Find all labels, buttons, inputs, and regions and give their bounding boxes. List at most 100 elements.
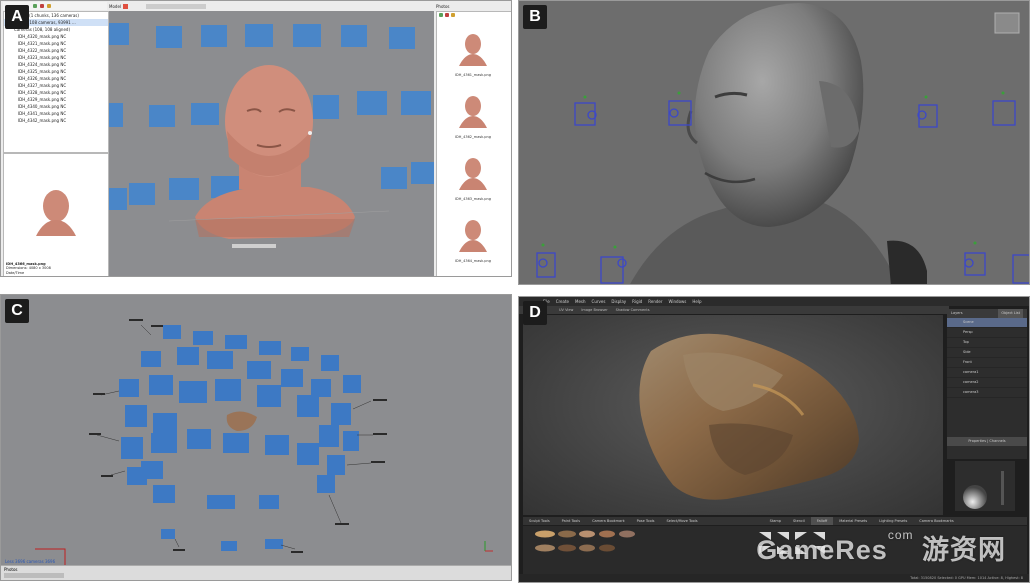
camera-item[interactable]: IDH_4329_mask.png NC xyxy=(4,96,108,103)
menu-item[interactable]: Mesh xyxy=(575,299,586,304)
camera-item[interactable]: IDH_4326_mask.png NC xyxy=(4,75,108,82)
watermark: GameRescom 游资网 xyxy=(756,528,1006,567)
camera-item[interactable]: IDH_4320_mask.png NC xyxy=(4,33,108,40)
menu-item[interactable]: Rigid xyxy=(632,299,642,304)
camera-item[interactable]: IDH_4327_mask.png NC xyxy=(4,82,108,89)
scanned-object xyxy=(226,411,257,431)
menu-item[interactable]: Help xyxy=(692,299,701,304)
photo-filename: IDH_4361_mask.png xyxy=(455,73,491,77)
status-bar: Total: 3150820 Selected: 0 GPU Mem: 1014… xyxy=(519,574,1029,582)
axis-gizmo-icon xyxy=(484,541,493,552)
camera-item[interactable]: IDH_4323_mask.png NC xyxy=(4,54,108,61)
head-bust-model xyxy=(195,65,355,239)
photos-pane: IDH_4361_mask.png IDH_4362_mask.png IDH_43… xyxy=(436,11,511,276)
camera-item[interactable]: IDH_4321_mask.png NC xyxy=(4,40,108,47)
photo-filename: IDH_4362_mask.png xyxy=(455,135,491,139)
add-icon[interactable] xyxy=(33,4,37,8)
model-viewport[interactable] xyxy=(109,11,434,276)
close-icon[interactable] xyxy=(123,3,129,9)
panel-label-d: D xyxy=(523,301,547,325)
photo-thumbnail[interactable]: IDH_4363_mask.png xyxy=(443,150,503,210)
tool-tab[interactable]: Pose Tools xyxy=(631,517,661,525)
add-photo-icon[interactable] xyxy=(439,13,443,17)
mask-icon[interactable] xyxy=(451,13,455,17)
panel-a-photoscan: A Workspace (1 chunks, 136 cameras) Chun… xyxy=(0,0,512,277)
layer-row[interactable]: Front xyxy=(947,358,1027,368)
layers-title: Layers xyxy=(951,311,963,315)
sculpted-head xyxy=(630,3,899,284)
tool-tab[interactable]: Falloff xyxy=(810,517,834,525)
object-list-button[interactable]: Object List xyxy=(998,309,1023,318)
bust-photo xyxy=(459,34,487,66)
menu-item[interactable]: Curves xyxy=(592,299,606,304)
tool-tab[interactable]: Camera Bookmarks xyxy=(913,517,959,525)
view-tab[interactable]: UV View xyxy=(559,308,573,312)
thumbnail-preview: IDH_4366_mask.png Dimensions: 4080 x 300… xyxy=(3,153,109,276)
camera-item[interactable]: IDH_4342_mask.png NC xyxy=(4,117,108,124)
camera-item[interactable]: IDH_4340_mask.png NC xyxy=(4,103,108,110)
camera-item[interactable]: IDH_4341_mask.png NC xyxy=(4,110,108,117)
view-tabs: UV View Image Browser Shadow Comments xyxy=(519,306,949,314)
model-tab-label: Model xyxy=(109,3,122,9)
layer-row[interactable]: Persp xyxy=(947,328,1027,338)
photo-filename: IDH_4363_mask.png xyxy=(455,197,491,201)
brush-slider[interactable] xyxy=(1001,471,1004,505)
properties-tab[interactable]: Properties | Channels xyxy=(947,437,1027,446)
reconstruction-scene xyxy=(109,23,434,248)
tool-tab[interactable]: Material Presets xyxy=(833,517,873,525)
view-cube-icon[interactable] xyxy=(994,12,1020,34)
view-tab[interactable]: Image Browser xyxy=(581,308,607,312)
tool-tab[interactable]: Select/Move Tools xyxy=(661,517,704,525)
menu-item[interactable]: Display xyxy=(611,299,626,304)
side-dark-object xyxy=(887,240,927,284)
menu-item[interactable]: Create xyxy=(556,299,569,304)
photo-thumbnail[interactable]: IDH_4361_mask.png xyxy=(443,26,503,86)
photos-toolbar-c: Photos xyxy=(1,565,511,580)
tool-tab[interactable]: Paint Tools xyxy=(556,517,586,525)
bust-photo xyxy=(459,220,487,252)
photos-toolbar xyxy=(437,12,511,22)
folder-icon[interactable] xyxy=(47,4,51,8)
brush-sphere xyxy=(963,471,1004,509)
camera-item[interactable]: IDH_4324_mask.png NC xyxy=(4,61,108,68)
tool-tab[interactable]: Camera Bookmark xyxy=(586,517,631,525)
panel-label-c: C xyxy=(5,299,29,323)
tool-tab[interactable]: Sculpt Tools xyxy=(523,517,556,525)
remove-icon[interactable] xyxy=(40,4,44,8)
menu-item[interactable]: Render xyxy=(648,299,662,304)
camera-cloud-view xyxy=(35,319,493,565)
stamp-thumbnails[interactable] xyxy=(535,530,635,552)
camera-item[interactable]: IDH_4328_mask.png NC xyxy=(4,89,108,96)
watermark-sub: com xyxy=(887,528,914,542)
menu-bar: FileCreateMeshCurvesDisplayRigidRenderWi… xyxy=(519,297,1029,306)
remove-photo-icon[interactable] xyxy=(445,13,449,17)
tool-tab[interactable]: Stencil xyxy=(787,517,811,525)
layer-row[interactable]: Side xyxy=(947,348,1027,358)
bust-photo xyxy=(459,96,487,128)
tool-tab[interactable]: Lighting Presets xyxy=(873,517,913,525)
layer-row[interactable]: camera2 xyxy=(947,378,1027,388)
camera-item[interactable]: IDH_4322_mask.png NC xyxy=(4,47,108,54)
layer-row[interactable]: Top xyxy=(947,338,1027,348)
camera-item[interactable]: IDH_4325_mask.png NC xyxy=(4,68,108,75)
layer-row[interactable]: Scene xyxy=(947,318,1027,328)
photos-title: Photos xyxy=(436,3,450,9)
panel-b-maya-head: B xyxy=(518,0,1030,285)
watermark-cn: 游资网 xyxy=(922,535,1006,566)
layer-row[interactable]: camera1 xyxy=(947,368,1027,378)
rock-viewport[interactable] xyxy=(523,315,943,515)
photo-thumbnail[interactable]: IDH_4362_mask.png xyxy=(443,88,503,148)
camera-planes xyxy=(119,325,361,551)
photo-thumbnail[interactable]: IDH_4364_mask.png xyxy=(443,212,503,272)
menu-item[interactable]: Windows xyxy=(669,299,687,304)
view-tab[interactable]: Shadow Comments xyxy=(616,308,650,312)
head-viewport xyxy=(536,3,1029,284)
model-tab[interactable]: Model xyxy=(109,2,207,10)
thumbnail-dimensions: Dimensions: 4080 x 3008 xyxy=(6,266,51,270)
region-box xyxy=(232,244,276,248)
photos-toolbar-icons[interactable] xyxy=(4,573,64,578)
tool-tab[interactable]: Stamp xyxy=(764,517,787,525)
layer-list: Scene Persp Top Side Front camera1 camera2 came… xyxy=(947,318,1027,398)
camera-ring-top xyxy=(109,23,415,49)
layer-row[interactable]: camera3 xyxy=(947,388,1027,398)
